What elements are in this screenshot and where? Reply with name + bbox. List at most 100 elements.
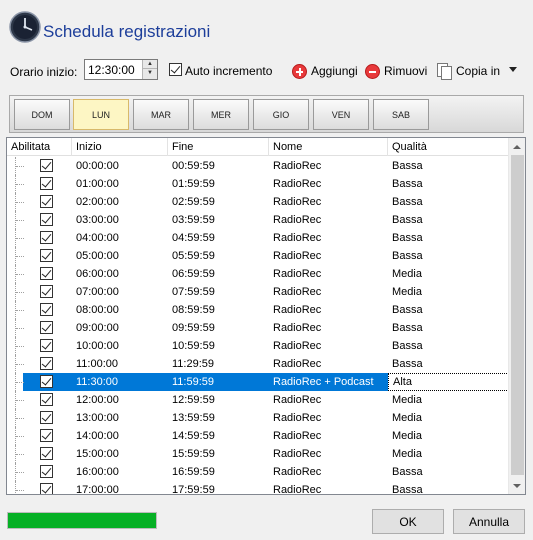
- cell-inizio[interactable]: 14:00:00: [72, 427, 168, 445]
- cell-fine[interactable]: 09:59:59: [168, 319, 269, 337]
- cell-qualita[interactable]: Bassa: [388, 301, 509, 319]
- cell-fine[interactable]: 15:59:59: [168, 445, 269, 463]
- enabled-checkbox[interactable]: [40, 357, 53, 370]
- table-row[interactable]: 06:00:00 06:59:59 RadioRec Media: [7, 265, 509, 283]
- cell-fine[interactable]: 08:59:59: [168, 301, 269, 319]
- cell-nome[interactable]: RadioRec: [269, 409, 388, 427]
- cell-nome[interactable]: RadioRec: [269, 391, 388, 409]
- tab-gio[interactable]: GIO: [253, 99, 309, 130]
- vertical-scrollbar[interactable]: [508, 138, 525, 494]
- cell-fine[interactable]: 12:59:59: [168, 391, 269, 409]
- cell-inizio[interactable]: 01:00:00: [72, 175, 168, 193]
- tab-dom[interactable]: DOM: [14, 99, 70, 130]
- enabled-checkbox[interactable]: [40, 303, 53, 316]
- enabled-checkbox[interactable]: [40, 375, 53, 388]
- cell-fine[interactable]: 07:59:59: [168, 283, 269, 301]
- tab-mar[interactable]: MAR: [133, 99, 189, 130]
- cell-nome[interactable]: RadioRec: [269, 301, 388, 319]
- enabled-checkbox[interactable]: [40, 231, 53, 244]
- cell-qualita[interactable]: Bassa: [388, 463, 509, 481]
- cell-nome[interactable]: RadioRec: [269, 193, 388, 211]
- cell-nome[interactable]: RadioRec: [269, 463, 388, 481]
- enabled-checkbox[interactable]: [40, 177, 53, 190]
- col-fine[interactable]: Fine: [168, 138, 269, 156]
- table-row[interactable]: 07:00:00 07:59:59 RadioRec Media: [7, 283, 509, 301]
- table-row[interactable]: 09:00:00 09:59:59 RadioRec Bassa: [7, 319, 509, 337]
- cell-nome[interactable]: RadioRec: [269, 445, 388, 463]
- spin-down-icon[interactable]: ▼: [143, 69, 157, 78]
- cell-qualita[interactable]: Bassa: [388, 193, 509, 211]
- cell-fine[interactable]: 00:59:59: [168, 157, 269, 175]
- enabled-checkbox[interactable]: [40, 321, 53, 334]
- col-inizio[interactable]: Inizio: [72, 138, 168, 156]
- cell-qualita[interactable]: Media: [388, 445, 509, 463]
- cell-qualita[interactable]: Media: [388, 391, 509, 409]
- cell-inizio[interactable]: 11:00:00: [72, 355, 168, 373]
- cell-qualita[interactable]: Bassa: [388, 337, 509, 355]
- enabled-checkbox[interactable]: [40, 483, 53, 494]
- table-row[interactable]: 17:00:00 17:59:59 RadioRec Bassa: [7, 481, 509, 494]
- start-time-value[interactable]: 12:30:00: [88, 63, 135, 77]
- cell-qualita[interactable]: Bassa: [388, 319, 509, 337]
- cell-qualita[interactable]: Bassa: [388, 481, 509, 494]
- cell-nome[interactable]: RadioRec: [269, 283, 388, 301]
- cell-fine[interactable]: 02:59:59: [168, 193, 269, 211]
- table-row[interactable]: 11:30:00 11:59:59 RadioRec + Podcast Alta: [7, 373, 509, 391]
- cell-inizio[interactable]: 16:00:00: [72, 463, 168, 481]
- enabled-checkbox[interactable]: [40, 447, 53, 460]
- copy-to-button[interactable]: Copia in: [437, 60, 500, 82]
- cell-inizio[interactable]: 11:30:00: [72, 373, 168, 391]
- cell-fine[interactable]: 14:59:59: [168, 427, 269, 445]
- cell-inizio[interactable]: 05:00:00: [72, 247, 168, 265]
- scroll-down-icon[interactable]: [509, 477, 525, 494]
- table-row[interactable]: 16:00:00 16:59:59 RadioRec Bassa: [7, 463, 509, 481]
- cell-nome[interactable]: RadioRec: [269, 211, 388, 229]
- cell-qualita[interactable]: Bassa: [388, 355, 509, 373]
- table-row[interactable]: 13:00:00 13:59:59 RadioRec Media: [7, 409, 509, 427]
- table-row[interactable]: 15:00:00 15:59:59 RadioRec Media: [7, 445, 509, 463]
- table-row[interactable]: 08:00:00 08:59:59 RadioRec Bassa: [7, 301, 509, 319]
- cell-nome[interactable]: RadioRec: [269, 247, 388, 265]
- cell-fine[interactable]: 06:59:59: [168, 265, 269, 283]
- cancel-button[interactable]: Annulla: [453, 509, 525, 534]
- cell-qualita[interactable]: Bassa: [388, 229, 509, 247]
- auto-increment-label[interactable]: Auto incremento: [185, 64, 272, 78]
- remove-button[interactable]: Rimuovi: [365, 60, 427, 82]
- enabled-checkbox[interactable]: [40, 339, 53, 352]
- col-abilitata[interactable]: Abilitata: [7, 138, 72, 156]
- table-row[interactable]: 01:00:00 01:59:59 RadioRec Bassa: [7, 175, 509, 193]
- auto-increment-checkbox[interactable]: [169, 63, 182, 76]
- cell-nome[interactable]: RadioRec: [269, 337, 388, 355]
- scroll-thumb[interactable]: [511, 155, 524, 475]
- start-time-input[interactable]: 12:30:00 ▲ ▼: [84, 59, 158, 80]
- cell-nome[interactable]: RadioRec: [269, 229, 388, 247]
- cell-inizio[interactable]: 17:00:00: [72, 481, 168, 494]
- table-row[interactable]: 00:00:00 00:59:59 RadioRec Bassa: [7, 157, 509, 175]
- cell-inizio[interactable]: 04:00:00: [72, 229, 168, 247]
- time-spinner[interactable]: ▲ ▼: [142, 60, 157, 79]
- enabled-checkbox[interactable]: [40, 267, 53, 280]
- cell-qualita[interactable]: Media: [388, 283, 509, 301]
- col-qualita[interactable]: Qualità: [388, 138, 509, 156]
- cell-fine[interactable]: 13:59:59: [168, 409, 269, 427]
- cell-nome[interactable]: RadioRec: [269, 157, 388, 175]
- cell-qualita[interactable]: Alta: [388, 373, 509, 391]
- cell-nome[interactable]: RadioRec: [269, 175, 388, 193]
- tab-mer[interactable]: MER: [193, 99, 249, 130]
- enabled-checkbox[interactable]: [40, 393, 53, 406]
- cell-inizio[interactable]: 13:00:00: [72, 409, 168, 427]
- table-row[interactable]: 10:00:00 10:59:59 RadioRec Bassa: [7, 337, 509, 355]
- cell-inizio[interactable]: 09:00:00: [72, 319, 168, 337]
- col-nome[interactable]: Nome: [269, 138, 388, 156]
- cell-qualita[interactable]: Media: [388, 265, 509, 283]
- table-row[interactable]: 14:00:00 14:59:59 RadioRec Media: [7, 427, 509, 445]
- enabled-checkbox[interactable]: [40, 195, 53, 208]
- cell-fine[interactable]: 10:59:59: [168, 337, 269, 355]
- cell-qualita[interactable]: Bassa: [388, 157, 509, 175]
- cell-inizio[interactable]: 08:00:00: [72, 301, 168, 319]
- cell-fine[interactable]: 17:59:59: [168, 481, 269, 494]
- cell-inizio[interactable]: 06:00:00: [72, 265, 168, 283]
- cell-qualita[interactable]: Bassa: [388, 211, 509, 229]
- cell-inizio[interactable]: 03:00:00: [72, 211, 168, 229]
- enabled-checkbox[interactable]: [40, 249, 53, 262]
